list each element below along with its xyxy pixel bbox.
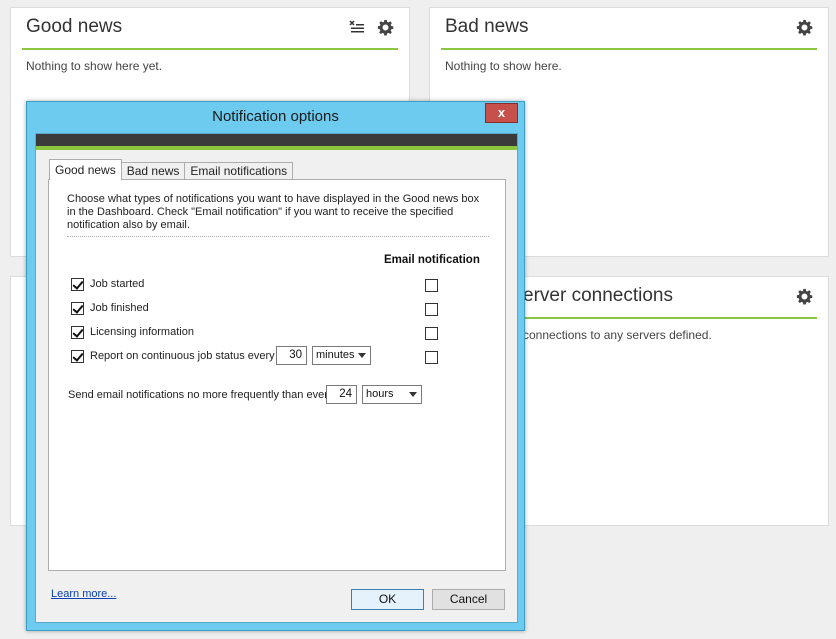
email-notification-header: Email notification bbox=[384, 254, 480, 266]
licensing-information-label: Licensing information bbox=[90, 326, 194, 338]
dialog-title: Notification options bbox=[212, 108, 339, 125]
cancel-button[interactable]: Cancel bbox=[432, 589, 505, 610]
accent-band bbox=[36, 146, 517, 150]
job-finished-label: Job finished bbox=[90, 302, 149, 314]
job-finished-checkbox[interactable] bbox=[71, 302, 84, 315]
email-frequency-label: Send email notifications no more frequen… bbox=[68, 389, 334, 401]
notification-options-dialog: Notification options x Good news Bad new… bbox=[26, 101, 525, 631]
job-status-checkbox[interactable] bbox=[71, 350, 84, 363]
good-news-header: Good news bbox=[22, 8, 398, 50]
close-button[interactable]: x bbox=[485, 103, 518, 123]
tab-strip: Good news Bad news Email notifications bbox=[49, 159, 294, 180]
clear-list-icon[interactable] bbox=[348, 18, 366, 36]
email-frequency-input[interactable]: 24 bbox=[326, 385, 357, 404]
job-status-unit-value: minutes bbox=[316, 349, 355, 361]
server-connections-text: connections to any servers defined. bbox=[523, 328, 712, 342]
job-status-email-checkbox[interactable] bbox=[425, 351, 438, 364]
header-band bbox=[36, 134, 517, 146]
good-news-tab-page: Choose what types of notifications you w… bbox=[48, 179, 506, 571]
job-finished-email-checkbox[interactable] bbox=[425, 303, 438, 316]
licensing-information-email-checkbox[interactable] bbox=[425, 327, 438, 340]
job-status-label: Report on continuous job status every bbox=[90, 350, 275, 362]
job-status-unit-select[interactable]: minutes bbox=[312, 346, 371, 365]
bad-news-title: Bad news bbox=[445, 16, 529, 37]
divider bbox=[67, 236, 489, 237]
email-frequency-unit-select[interactable]: hours bbox=[362, 385, 422, 404]
server-connections-title: erver connections bbox=[523, 285, 673, 306]
job-started-label: Job started bbox=[90, 278, 145, 290]
gear-icon[interactable] bbox=[795, 18, 813, 36]
good-news-empty-text: Nothing to show here yet. bbox=[26, 59, 163, 73]
learn-more-link[interactable]: Learn more... bbox=[51, 588, 116, 600]
good-news-title: Good news bbox=[26, 16, 123, 37]
dialog-client: Good news Bad news Email notifications C… bbox=[35, 133, 518, 623]
job-started-email-checkbox[interactable] bbox=[425, 279, 438, 292]
tab-email-notifications[interactable]: Email notifications bbox=[184, 162, 294, 180]
gear-icon[interactable] bbox=[376, 18, 394, 36]
bad-news-header: Bad news bbox=[441, 8, 817, 50]
tab-good-news[interactable]: Good news bbox=[49, 159, 122, 180]
tab-bad-news[interactable]: Bad news bbox=[120, 162, 186, 180]
description-text: Choose what types of notifications you w… bbox=[67, 193, 480, 231]
bad-news-empty-text: Nothing to show here. bbox=[445, 59, 562, 73]
gear-icon[interactable] bbox=[795, 287, 813, 305]
licensing-information-checkbox[interactable] bbox=[71, 326, 84, 339]
chevron-down-icon bbox=[409, 392, 417, 397]
ok-button[interactable]: OK bbox=[351, 589, 424, 610]
job-started-checkbox[interactable] bbox=[71, 278, 84, 291]
chevron-down-icon bbox=[358, 353, 366, 358]
email-frequency-unit-value: hours bbox=[366, 388, 394, 400]
job-status-interval-input[interactable]: 30 bbox=[276, 346, 307, 365]
